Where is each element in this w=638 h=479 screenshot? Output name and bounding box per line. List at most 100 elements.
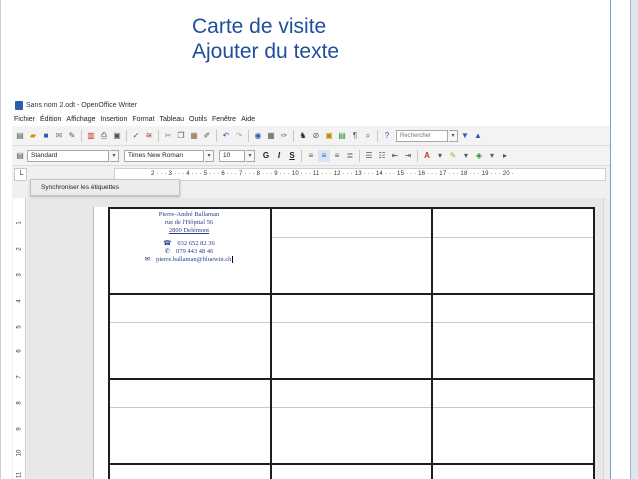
toolbar-separator [359,150,360,162]
toolbar-separator [81,129,82,142]
print-preview-icon[interactable]: ▣ [111,130,123,142]
spellcheck-icon[interactable]: ✓ [130,130,142,142]
paste-icon[interactable]: ▦ [188,130,200,142]
menu-affichage[interactable]: Affichage [66,116,95,123]
edit-mode-icon[interactable]: ✎ [66,130,78,142]
table-icon[interactable]: ▦ [265,130,277,142]
background-dropdown-icon[interactable]: ▾ [486,150,498,162]
copy-icon[interactable]: ❐ [175,130,187,142]
bullets-icon[interactable]: ☷ [376,150,388,162]
tab-stop-selector-icon[interactable]: └ [14,168,27,181]
table-border [108,207,595,209]
highlight-dropdown-icon[interactable]: ▾ [460,150,472,162]
horizontal-ruler[interactable]: 2 · · · 3 · · · 4 · · · 5 · · · 6 · · · … [114,168,606,181]
menu-format[interactable]: Format [132,116,154,123]
menu-insertion[interactable]: Insertion [100,116,127,123]
email-icon: ✉ [144,256,151,263]
font-name-combo[interactable]: Times New Roman [124,150,204,162]
search-dropdown-icon[interactable]: ▾ [449,129,458,142]
italic-button[interactable]: I [273,150,285,162]
search-input[interactable]: Rechercher [396,129,448,142]
paragraph-style-combo[interactable]: Standard [27,150,109,162]
align-right-icon[interactable]: ≡ [331,150,343,162]
autospell-icon[interactable]: ≋ [143,130,155,142]
decrease-indent-icon[interactable]: ⇤ [389,150,401,162]
toolbar-separator [216,129,217,142]
table-border [108,463,595,465]
table-border [108,293,595,295]
menu-fenetre[interactable]: Fenêtre [212,116,236,123]
menu-outils[interactable]: Outils [189,116,207,123]
font-size-dropdown-icon[interactable]: ▾ [246,150,255,162]
menu-edition[interactable]: Édition [40,116,61,123]
data-sources-icon[interactable]: ▤ [336,130,348,142]
vertical-ruler[interactable]: 1 2 3 4 5 6 7 8 9 10 11 [13,198,26,479]
slide-border-right [610,0,611,479]
cell-text-boundary [110,407,270,408]
align-left-icon[interactable]: ≡ [305,150,317,162]
cell-text-boundary [272,237,431,238]
toolbar-separator [377,129,378,142]
menu-bar: Fichier Édition Affichage Insertion Form… [12,113,610,126]
toolbar-separator [417,150,418,162]
paragraph-style-dropdown-icon[interactable]: ▾ [110,150,119,162]
table-border [108,378,595,380]
find-previous-icon[interactable]: ▲ [472,130,484,142]
vruler-mark: 10 [16,449,23,457]
writer-app-icon [15,101,23,110]
styles-formatting-icon[interactable]: ▤ [14,150,26,162]
find-replace-icon[interactable]: ♞ [297,130,309,142]
font-name-dropdown-icon[interactable]: ▾ [205,150,214,162]
vertical-scrollbar[interactable] [603,198,610,479]
bold-button[interactable]: G [260,150,272,162]
open-folder-icon[interactable]: ▰ [27,130,39,142]
zoom-icon[interactable]: ⌕ [362,130,374,142]
vruler-mark: 2 [16,247,23,251]
increase-indent-icon[interactable]: ⇥ [402,150,414,162]
formatting-toolbar: ▤ Standard ▾ Times New Roman ▾ 10 ▾ G I … [12,147,610,166]
menu-fichier[interactable]: Fichier [14,116,35,123]
hyperlink-icon[interactable]: ◉ [252,130,264,142]
find-next-icon[interactable]: ▼ [459,130,471,142]
justify-icon[interactable]: ≣ [344,150,356,162]
clone-format-icon[interactable]: ✐ [201,130,213,142]
menu-aide[interactable]: Aide [241,116,255,123]
draw-functions-icon[interactable]: ✑ [278,130,290,142]
business-card-label[interactable]: Pierre-André Ballaman rue de l'Hôpital 5… [108,211,270,264]
background-color-icon[interactable]: ◈ [473,150,485,162]
new-document-icon[interactable]: ▤ [14,130,26,142]
print-icon[interactable]: ⎙ [98,130,110,142]
gallery-icon[interactable]: ▣ [323,130,335,142]
vruler-mark: 11 [16,471,23,479]
table-border [431,207,433,479]
menu-tableau[interactable]: Tableau [160,116,185,123]
font-size-combo[interactable]: 10 [219,150,245,162]
vruler-mark: 6 [16,349,23,353]
nonprinting-chars-icon[interactable]: ¶ [349,130,361,142]
toolbar-separator [248,129,249,142]
synchronize-labels-button[interactable]: Synchroniser les étiquettes [30,179,180,196]
vruler-mark: 5 [16,325,23,329]
card-phone: 032 652 82 36 [177,240,215,247]
card-street: rue de l'Hôpital 56 [164,219,214,226]
toolbar-options-icon[interactable]: ▸ [499,150,511,162]
font-color-icon[interactable]: A [421,150,433,162]
redo-icon[interactable]: ↷ [233,130,245,142]
export-pdf-icon[interactable]: ▥ [85,130,97,142]
phone-icon: ☎ [163,240,172,247]
numbering-icon[interactable]: ☰ [363,150,375,162]
toolbar-separator [301,150,302,162]
email-icon[interactable]: ✉ [53,130,65,142]
highlight-icon[interactable]: ✎ [447,150,459,162]
underline-button[interactable]: S [286,150,298,162]
card-email: pierre.ballaman@bluewin.ch [156,256,232,263]
table-border [593,207,595,479]
help-icon[interactable]: ? [381,130,393,142]
cut-icon[interactable]: ✂ [162,130,174,142]
text-cursor [232,256,234,264]
align-center-icon[interactable]: ≡ [318,150,330,162]
font-color-dropdown-icon[interactable]: ▾ [434,150,446,162]
undo-icon[interactable]: ↶ [220,130,232,142]
navigator-icon[interactable]: ⊘ [310,130,322,142]
save-icon[interactable]: ■ [40,130,52,142]
